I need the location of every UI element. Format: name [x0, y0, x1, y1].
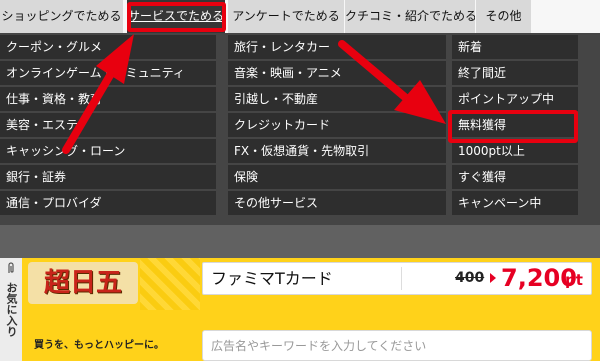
divider — [401, 267, 402, 290]
menu-item-jobs-education[interactable]: 仕事・資格・教育 — [0, 87, 216, 111]
paperclip-icon — [8, 262, 14, 273]
menu-item-credit-card[interactable]: クレジットカード — [228, 113, 446, 137]
menu-item-other-services[interactable]: その他サービス — [228, 191, 446, 215]
price-unit: pt — [565, 271, 583, 289]
menu-item-online-games[interactable]: オンラインゲーム・コミュニティ — [0, 61, 216, 85]
menu-item-bank-securities[interactable]: 銀行・証券 — [0, 165, 216, 189]
menu-item-campaign[interactable]: キャンペーン中 — [452, 191, 578, 215]
menu-item-beauty[interactable]: 美容・エステ — [0, 113, 216, 137]
menu-item-music-movies-anime[interactable]: 音楽・映画・アニメ — [228, 61, 446, 85]
menu-item-travel-rental[interactable]: 旅行・レンタカー — [228, 35, 446, 59]
banner-pattern — [140, 258, 200, 310]
featured-offer-card[interactable]: ファミマTカード 400 7,200 pt — [202, 262, 592, 295]
menu-item-fx-crypto[interactable]: FX・仮想通貨・先物取引 — [228, 139, 446, 163]
tab-surveys[interactable]: アンケートでためる — [228, 0, 345, 33]
old-price: 400 — [455, 270, 485, 286]
menu-item-ending-soon[interactable]: 終了間近 — [452, 61, 578, 85]
tab-shopping[interactable]: ショッピングでためる — [0, 0, 124, 33]
menu-item-coupon-gourmet[interactable]: クーポン・グルメ — [0, 35, 216, 59]
tab-highlight-box — [127, 2, 226, 32]
favorites-label: お気に入り — [5, 282, 18, 337]
menu-item-cashing-loan[interactable]: キャッシング・ローン — [0, 139, 216, 163]
banner-tagline: 買うを、もっとハッピーに。 — [34, 340, 164, 351]
menu-item-moving-realestate[interactable]: 引越し・不動産 — [228, 87, 446, 111]
menu-item-instant-earn[interactable]: すぐ獲得 — [452, 165, 578, 189]
offer-name: ファミマTカード — [211, 269, 333, 288]
arrow-right-icon — [490, 273, 496, 283]
tab-other[interactable]: その他 — [476, 0, 532, 33]
free-earn-highlight-box — [448, 110, 578, 143]
menu-item-new[interactable]: 新着 — [452, 35, 578, 59]
banner-logo: 超日五 — [28, 262, 138, 304]
category-tabbar: ショッピングでためる サービスでためる アンケートでためる クチコミ・紹介でため… — [0, 0, 600, 33]
tab-reviews-referrals[interactable]: クチコミ・紹介でためる — [345, 0, 476, 33]
menu-item-point-up[interactable]: ポイントアップ中 — [452, 87, 578, 111]
search-input[interactable] — [202, 330, 592, 361]
menu-item-insurance[interactable]: 保険 — [228, 165, 446, 189]
menu-item-telecom-provider[interactable]: 通信・プロバイダ — [0, 191, 216, 215]
